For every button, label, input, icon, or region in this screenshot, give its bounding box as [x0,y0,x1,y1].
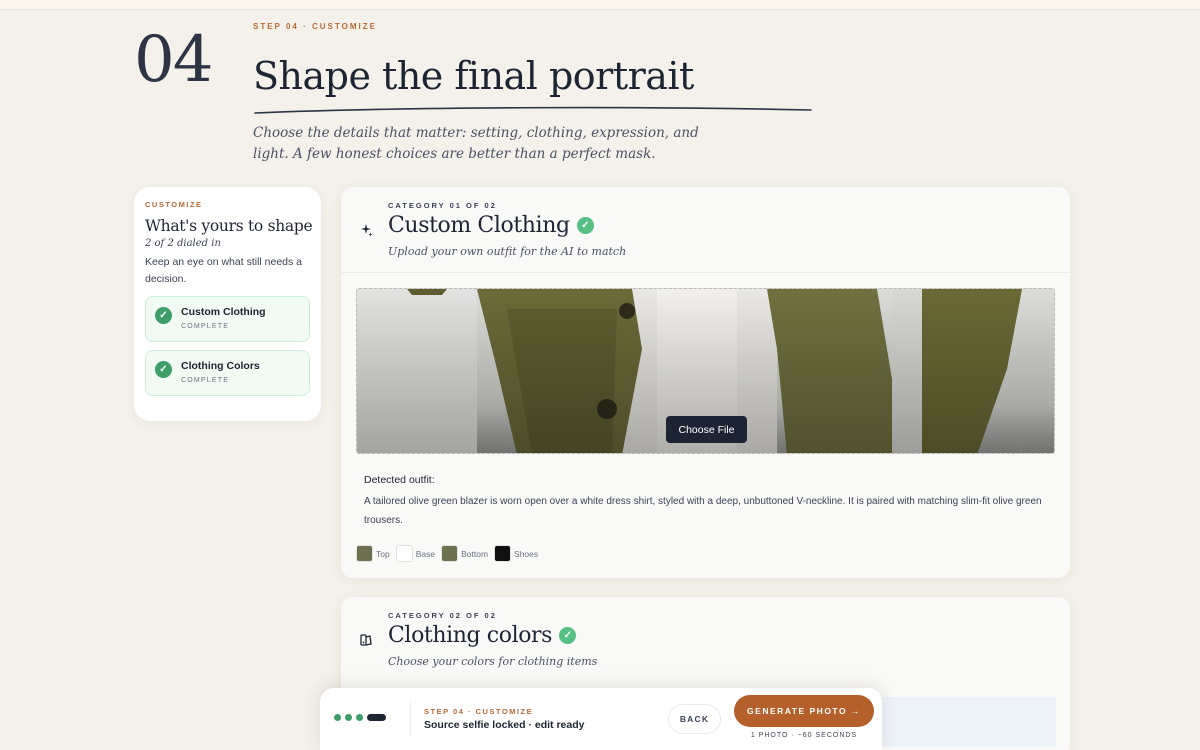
customize-sidebar: CUSTOMIZE What's yours to shape 2 of 2 d… [134,187,321,421]
category-title-text: Custom Clothing [388,213,570,238]
check-icon: ✓ [155,307,172,324]
category-title: Clothing colors ✓ [388,623,577,648]
back-button[interactable]: BACK [668,704,721,734]
swatch-shoes[interactable]: Shoes [494,545,538,562]
title-underline [254,106,812,114]
swatch-label: Shoes [514,548,539,559]
category-subtitle: Choose your colors for clothing items [388,655,598,668]
palette-icon [359,633,373,647]
sidebar-description: Keep an eye on what still needs a decisi… [145,256,303,285]
swatch-label: Base [415,548,436,559]
swatch-base[interactable]: Base [395,545,436,562]
swatch-color [441,545,459,562]
bar-status-text: Source selfie locked · edit ready [424,719,585,731]
check-icon: ✓ [559,627,577,644]
divider [341,272,1070,273]
sidebar-item-status: COMPLETE [181,323,230,330]
generate-note: 1 PHOTO · ~60 SECONDS [750,732,858,739]
swatch-color [356,545,373,562]
swatch-label: Bottom [461,548,489,559]
step-number: 04 [134,23,213,97]
check-icon: ✓ [155,361,172,378]
sidebar-item-label: Custom Clothing [181,306,266,318]
outfit-upload-dropzone[interactable]: Choose File [356,288,1055,454]
detected-outfit-text: A tailored olive green blazer is worn op… [364,496,1042,526]
bar-step-label: STEP 04 · CUSTOMIZE [424,707,534,716]
category-subtitle: Upload your own outfit for the AI to mat… [388,245,627,258]
top-strip [0,0,1200,10]
progress-dot [356,714,363,721]
check-icon: ✓ [576,217,594,234]
generate-photo-button[interactable]: GENERATE PHOTO → [734,695,874,727]
sidebar-title: What's yours to shape [145,217,313,235]
progress-dot-current [367,714,386,721]
category-title: Custom Clothing ✓ [388,213,594,238]
swatch-color [395,545,413,562]
step-eyebrow: STEP 04 · CUSTOMIZE [253,22,377,31]
sidebar-progress: 2 of 2 dialed in [145,238,221,249]
category-title-text: Clothing colors [388,623,553,648]
color-picker-panel [861,697,1056,747]
swatch-top[interactable]: Top [356,545,390,562]
swatch-color [494,545,512,562]
progress-dot [345,714,352,721]
category-custom-clothing: CATEGORY 01 OF 02 Custom Clothing ✓ Uplo… [341,187,1070,578]
progress-dots [334,714,386,721]
choose-file-button[interactable]: Choose File [666,416,747,443]
sidebar-item-clothing-colors[interactable]: ✓ Clothing Colors COMPLETE [145,350,310,396]
divider [410,702,411,736]
progress-dot [334,714,341,721]
bottom-action-bar: STEP 04 · CUSTOMIZE Source selfie locked… [320,688,882,750]
swatch-bottom[interactable]: Bottom [441,545,488,562]
sidebar-item-custom-clothing[interactable]: ✓ Custom Clothing COMPLETE [145,296,310,342]
category-eyebrow: CATEGORY 01 OF 02 [388,201,497,210]
outfit-swatches: Top Base Bottom Shoes [356,545,544,562]
sidebar-item-label: Clothing Colors [181,360,260,372]
page-title: Shape the final portrait [253,54,694,98]
category-eyebrow: CATEGORY 02 OF 02 [388,611,497,620]
swatch-label: Top [376,548,390,559]
sparkles-icon [359,223,373,237]
sidebar-item-status: COMPLETE [181,377,230,384]
page-subtitle: Choose the details that matter: setting,… [253,125,699,162]
detected-outfit-label: Detected outfit: [364,474,435,486]
sidebar-eyebrow: CUSTOMIZE [145,200,203,209]
